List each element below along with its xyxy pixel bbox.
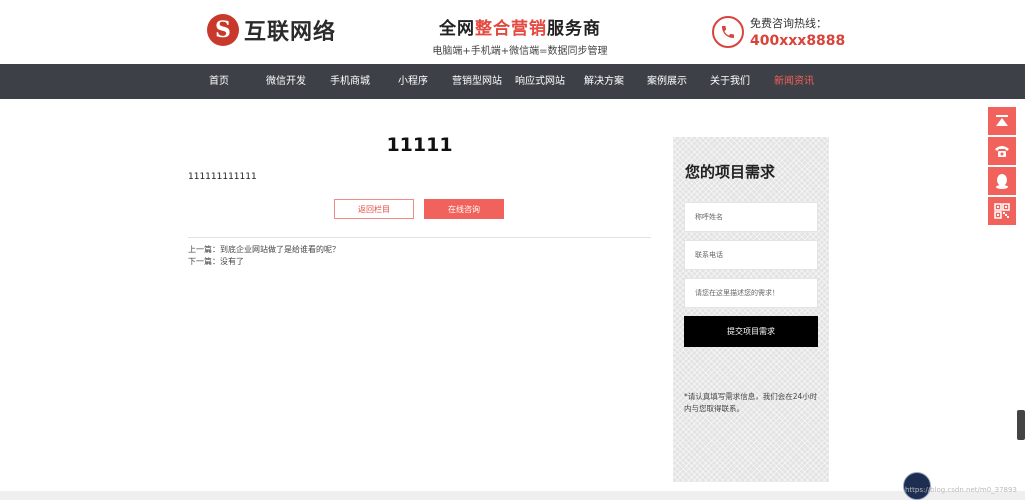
back-to-top-button[interactable] (988, 107, 1016, 135)
form-note: *请认真填写需求信息，我们会在24小时内与您取得联系。 (684, 392, 818, 413)
form-title: 您的项目需求 (685, 163, 776, 181)
nav-item-cases[interactable]: 案例展示 (647, 64, 687, 99)
main-nav: 首页 微信开发 手机商城 小程序 营销型网站 响应式网站 解决方案 案例展示 关… (0, 64, 1025, 99)
nav-item-mobile-mall[interactable]: 手机商城 (330, 64, 370, 99)
nav-item-mini-program[interactable]: 小程序 (398, 64, 428, 99)
site-logo[interactable]: S 互联网络 (207, 14, 336, 46)
next-article: 下一篇：没有了 (188, 256, 244, 267)
nav-item-news[interactable]: 新闻资讯 (774, 64, 814, 99)
prev-label: 上一篇： (188, 245, 220, 254)
next-label: 下一篇： (188, 257, 220, 266)
hotline-label: 免费咨询热线： (750, 17, 827, 30)
watermark: https://blog.csdn.net/m0_37893 (905, 486, 1017, 494)
phone-tool-button[interactable] (988, 137, 1016, 165)
slogan-prefix: 全网 (439, 19, 475, 39)
slogan-suffix: 服务商 (547, 19, 601, 39)
qrcode-tool-button[interactable] (988, 197, 1016, 225)
name-input[interactable]: 称呼姓名 (684, 202, 818, 232)
logo-text: 互联网络 (244, 20, 337, 45)
site-header: S 互联网络 全网整合营销服务商 电脑端+手机端+微信端=数据同步管理 免费咨询… (0, 0, 1025, 64)
logo-mark: S (207, 14, 239, 46)
slogan-subtitle: 电脑端+手机端+微信端=数据同步管理 (432, 46, 608, 57)
online-consult-button[interactable]: 在线咨询 (424, 199, 504, 219)
submit-request-button[interactable]: 提交项目需求 (684, 316, 818, 347)
nav-item-about[interactable]: 关于我们 (710, 64, 750, 99)
slogan: 全网整合营销服务商 电脑端+手机端+微信端=数据同步管理 (430, 14, 610, 57)
prev-article-link[interactable]: 到底企业网站做了是给谁看的呢？ (220, 245, 340, 254)
nav-item-marketing-site[interactable]: 营销型网站 (452, 64, 502, 99)
phone-icon (995, 146, 1009, 157)
nav-item-responsive-site[interactable]: 响应式网站 (515, 64, 565, 99)
bottom-bar (0, 491, 1025, 500)
project-request-form: 您的项目需求 称呼姓名 联系电话 请您在这里描述您的需求！ 提交项目需求 *请认… (673, 137, 829, 482)
back-to-column-button[interactable]: 返回栏目 (334, 199, 414, 219)
slogan-highlight: 整合营销 (475, 19, 547, 39)
hotline: 免费咨询热线： 400xxx8888 (712, 15, 845, 49)
scrollbar-thumb[interactable] (1017, 410, 1025, 440)
prev-article: 上一篇：到底企业网站做了是给谁看的呢？ (188, 244, 340, 255)
slogan-main: 全网整合营销服务商 (430, 14, 610, 39)
phone-icon (712, 16, 744, 48)
article-body: 111111111111 (188, 172, 257, 182)
back-to-top-icon (996, 115, 1008, 126)
qrcode-icon (994, 203, 1010, 219)
article-title: 11111 (386, 134, 453, 156)
nav-item-home[interactable]: 首页 (209, 64, 229, 99)
qq-icon (996, 174, 1008, 189)
next-article-link[interactable]: 没有了 (220, 257, 244, 266)
hotline-number: 400xxx8888 (750, 33, 846, 49)
nav-item-wechat-dev[interactable]: 微信开发 (266, 64, 306, 99)
qq-tool-button[interactable] (988, 167, 1016, 195)
divider (188, 237, 651, 238)
requirement-input[interactable]: 请您在这里描述您的需求！ (684, 278, 818, 308)
phone-input[interactable]: 联系电话 (684, 240, 818, 270)
nav-item-solutions[interactable]: 解决方案 (584, 64, 624, 99)
